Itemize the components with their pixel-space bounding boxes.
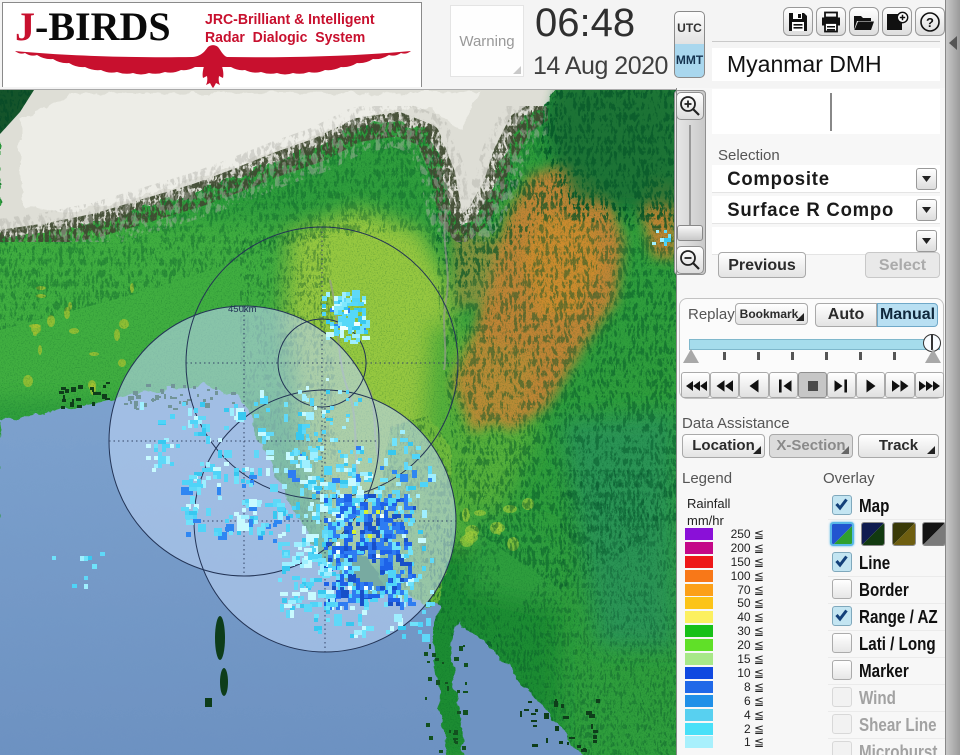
- svg-text:450km: 450km: [228, 304, 257, 315]
